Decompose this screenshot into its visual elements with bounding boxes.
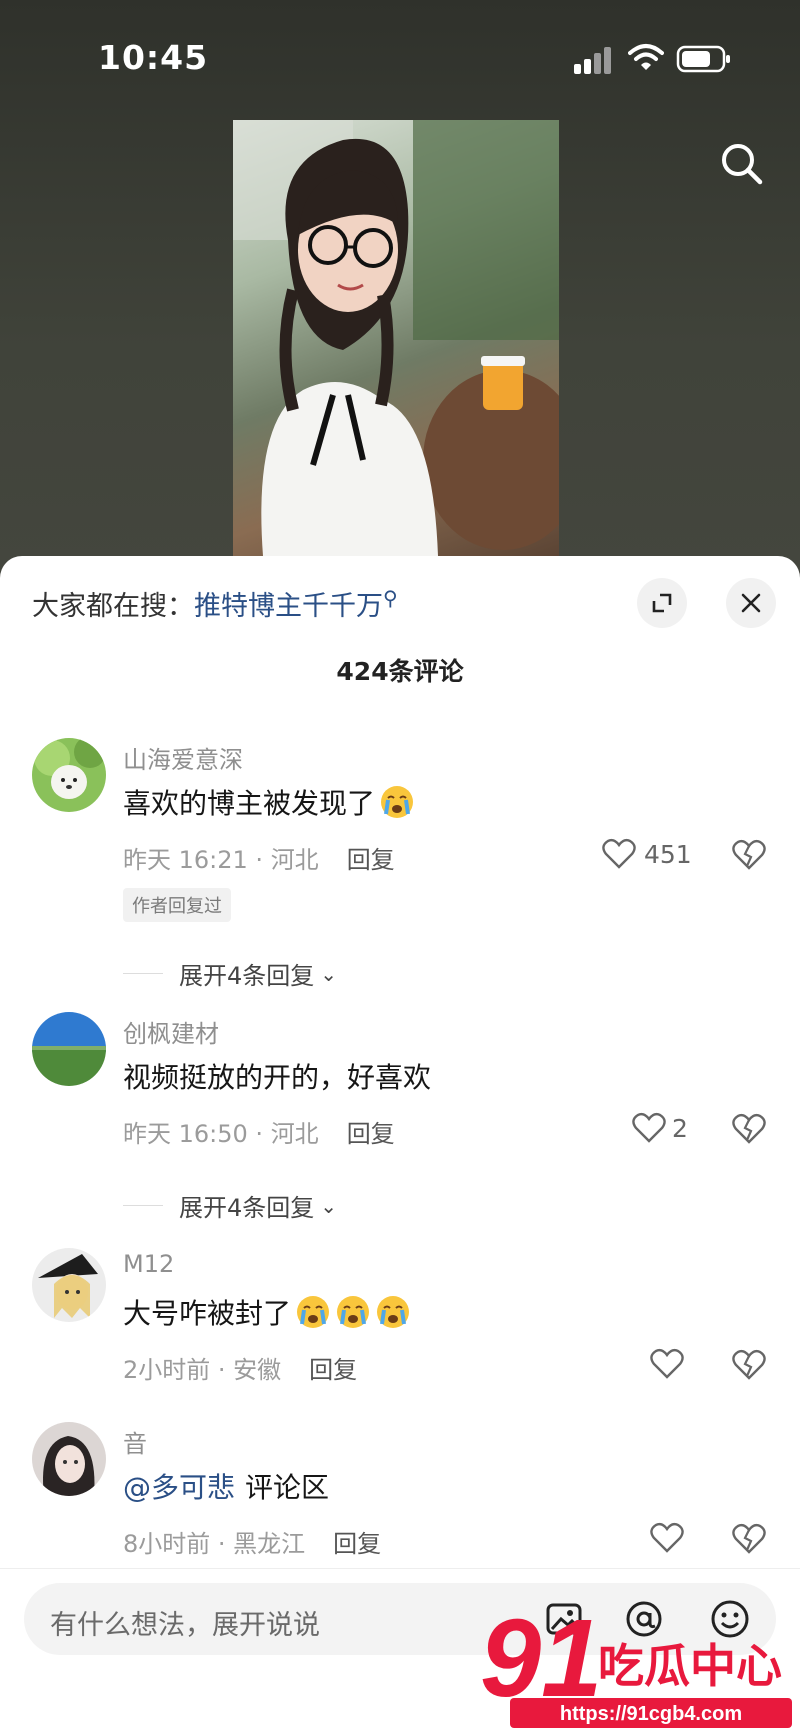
- hot-search-prefix: 大家都在搜：: [32, 591, 194, 622]
- reply-button[interactable]: 回复: [347, 1120, 395, 1148]
- like-button[interactable]: 2: [632, 1112, 688, 1144]
- comment-body: 评论区: [245, 1471, 330, 1504]
- close-icon: [741, 593, 761, 613]
- chevron-down-icon: ⌄: [320, 961, 338, 986]
- comment-body: 视频挺放的开的，好喜欢: [123, 1061, 432, 1094]
- status-time: 10:45: [98, 38, 209, 77]
- crying-emoji-icon: [297, 1296, 330, 1328]
- video-frame-illustration: [233, 120, 559, 556]
- like-button[interactable]: [650, 1348, 684, 1380]
- video-thumbnail[interactable]: [233, 120, 559, 556]
- comment-meta: 昨天 16:21 · 河北 回复: [123, 846, 395, 874]
- comment-body: 喜欢的博主被发现了: [123, 787, 376, 820]
- reply-button[interactable]: 回复: [333, 1530, 381, 1558]
- crying-emoji-icon: [377, 1296, 410, 1328]
- expand-replies-label: 展开4条回复: [179, 1194, 315, 1222]
- comment-meta: 8小时前 · 黑龙江 回复: [123, 1530, 382, 1558]
- status-bar: 10:45: [0, 0, 800, 110]
- comment-location: 安徽: [233, 1356, 282, 1384]
- comment-time: 8小时前: [123, 1530, 211, 1558]
- crying-emoji-icon: [337, 1296, 370, 1328]
- avatar[interactable]: [32, 1012, 106, 1086]
- heart-icon: [650, 1522, 684, 1553]
- comment-time: 2小时前: [123, 1356, 211, 1384]
- broken-heart-icon[interactable]: [732, 1112, 766, 1146]
- svg-text:https://91cgb4.com: https://91cgb4.com: [560, 1703, 742, 1725]
- comment-meta: 昨天 16:50 · 河北 回复: [123, 1120, 395, 1148]
- hot-search-keyword[interactable]: 推特博主千千万: [194, 591, 383, 622]
- comment-location: 黑龙江: [233, 1530, 306, 1558]
- heart-icon: [632, 1112, 666, 1143]
- avatar[interactable]: [32, 738, 106, 812]
- comment-count: 424条评论: [336, 657, 464, 686]
- chevron-down-icon: ⌄: [320, 1193, 338, 1218]
- comment-text: 视频挺放的开的，好喜欢: [123, 1056, 431, 1096]
- expand-replies-button[interactable]: 展开4条回复 ⌄: [123, 956, 337, 991]
- signal-icon: [574, 44, 614, 74]
- comment-text: 喜欢的博主被发现了: [123, 782, 415, 822]
- comment-username[interactable]: 山海爱意深: [123, 740, 243, 775]
- like-count: 2: [672, 1113, 688, 1143]
- reply-button[interactable]: 回复: [347, 846, 395, 874]
- like-button[interactable]: 451: [602, 838, 692, 870]
- comment-body: 大号咋被封了: [123, 1297, 292, 1330]
- avatar[interactable]: [32, 1248, 106, 1322]
- crying-emoji-icon: [381, 786, 414, 818]
- comment-username[interactable]: 音: [123, 1424, 147, 1459]
- expand-replies-label: 展开4条回复: [179, 962, 315, 990]
- comment-time: 昨天 16:21: [123, 846, 248, 874]
- comment-username[interactable]: M12: [123, 1250, 174, 1278]
- hot-search-bar: 大家都在搜：推特博主千千万⚲: [32, 584, 398, 623]
- divider: [123, 973, 163, 974]
- expand-button[interactable]: [637, 578, 687, 628]
- mention-link[interactable]: @多可悲: [123, 1466, 235, 1506]
- small-search-icon: ⚲: [383, 586, 398, 610]
- comment-text: 大号咋被封了: [123, 1292, 411, 1332]
- broken-heart-icon[interactable]: [732, 1522, 766, 1556]
- svg-text:吃瓜中心: 吃瓜中心: [598, 1639, 782, 1693]
- avatar[interactable]: [32, 1422, 106, 1496]
- comments-sheet: 大家都在搜：推特博主千千万⚲ 424条评论 山海爱意深 喜欢的博主被发现了 昨天…: [0, 556, 800, 1736]
- watermark-logo: 91 吃瓜中心 https://91cgb4.com: [480, 1600, 792, 1728]
- broken-heart-icon[interactable]: [732, 1348, 766, 1382]
- comment-text: @多可悲 评论区: [123, 1466, 329, 1506]
- search-icon[interactable]: [716, 138, 768, 190]
- like-button[interactable]: [650, 1522, 684, 1554]
- like-count: 451: [644, 839, 692, 869]
- broken-heart-icon[interactable]: [732, 838, 766, 872]
- author-replied-badge: 作者回复过: [123, 888, 231, 922]
- comment-username[interactable]: 创枫建材: [123, 1014, 219, 1049]
- comment-location: 河北: [270, 1120, 319, 1148]
- comment-time: 昨天 16:50: [123, 1120, 248, 1148]
- heart-icon: [650, 1348, 684, 1379]
- comment-location: 河北: [270, 846, 319, 874]
- heart-icon: [602, 838, 636, 869]
- expand-replies-button[interactable]: 展开4条回复 ⌄: [123, 1188, 337, 1223]
- divider: [123, 1205, 163, 1206]
- battery-icon: [676, 45, 730, 73]
- close-button[interactable]: [726, 578, 776, 628]
- comment-input-placeholder: 有什么想法，展开说说: [50, 1610, 320, 1641]
- reply-button[interactable]: 回复: [309, 1356, 357, 1384]
- expand-icon: [652, 593, 672, 613]
- wifi-icon: [628, 44, 664, 70]
- comment-meta: 2小时前 · 安徽 回复: [123, 1356, 358, 1384]
